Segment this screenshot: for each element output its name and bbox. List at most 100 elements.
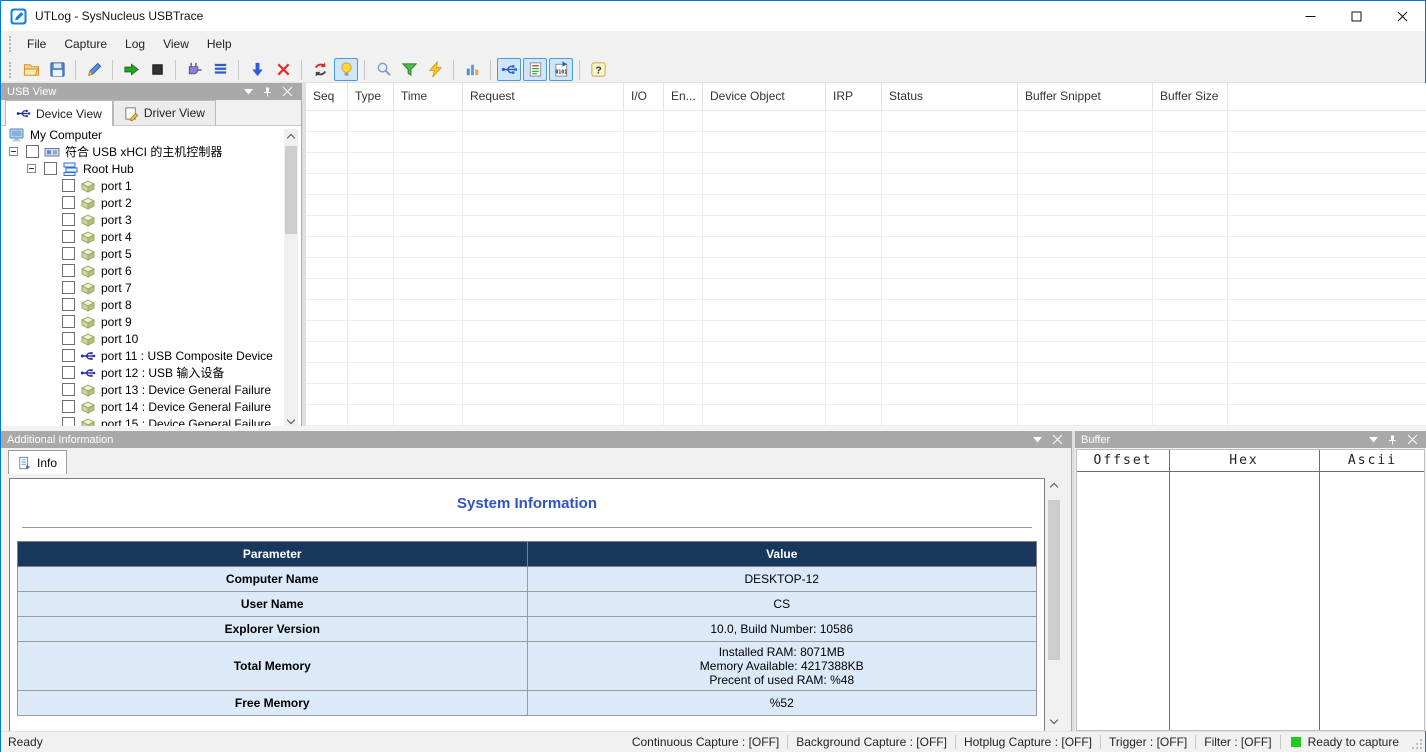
resize-grip[interactable] xyxy=(1411,738,1423,750)
tree-checkbox[interactable] xyxy=(62,332,75,345)
column-header-buffer-size[interactable]: Buffer Size xyxy=(1153,83,1228,110)
statistics-button[interactable] xyxy=(460,58,484,81)
tree-item-usb-xhci[interactable]: 符合 USB xHCI 的主机控制器 xyxy=(1,143,301,160)
pin-icon[interactable] xyxy=(263,87,272,97)
column-header-status[interactable]: Status xyxy=(882,83,1018,110)
menu-log[interactable]: Log xyxy=(116,33,154,55)
help-button[interactable]: ? xyxy=(586,58,610,81)
close-icon[interactable] xyxy=(1052,434,1063,445)
parameter-cell: User Name xyxy=(18,592,528,617)
tab-device-view[interactable]: Device View xyxy=(5,100,113,126)
tree-item-port-8[interactable]: port 8 xyxy=(1,296,301,313)
tree-item-port-12-usb[interactable]: port 12 : USB 输入设备 xyxy=(1,364,301,381)
usb-view-toggle-button[interactable] xyxy=(497,58,521,81)
edit-pencil-button[interactable] xyxy=(82,58,106,81)
tree-checkbox[interactable] xyxy=(62,179,75,192)
pin-icon[interactable] xyxy=(1388,435,1397,445)
trigger-button[interactable] xyxy=(423,58,447,81)
tree-item-port-4[interactable]: port 4 xyxy=(1,228,301,245)
close-button[interactable] xyxy=(1379,1,1425,31)
scroll-up-icon[interactable] xyxy=(284,129,298,144)
tree-item-port-1[interactable]: port 1 xyxy=(1,177,301,194)
tree-checkbox[interactable] xyxy=(62,281,75,294)
tab-driver-view[interactable]: Driver View xyxy=(113,100,216,125)
toolbar-separator xyxy=(490,60,491,80)
info-scrollbar-thumb[interactable] xyxy=(1048,500,1060,660)
column-header-request[interactable]: Request xyxy=(463,83,624,110)
view-list-button[interactable] xyxy=(208,58,232,81)
tree-item-port-13-device-general-failure[interactable]: port 13 : Device General Failure xyxy=(1,381,301,398)
tree-item-port-2[interactable]: port 2 xyxy=(1,194,301,211)
tree-checkbox[interactable] xyxy=(62,349,75,362)
chevron-down-icon[interactable] xyxy=(1033,437,1042,443)
search-button[interactable] xyxy=(371,58,395,81)
tab-info[interactable]: Info xyxy=(8,450,67,474)
scroll-down-icon[interactable] xyxy=(1047,714,1061,729)
tree-checkbox[interactable] xyxy=(62,366,75,379)
tree-checkbox[interactable] xyxy=(62,383,75,396)
column-header-irp[interactable]: IRP xyxy=(826,83,882,110)
tree-checkbox[interactable] xyxy=(62,196,75,209)
tree-checkbox[interactable] xyxy=(62,230,75,243)
chevron-down-icon[interactable] xyxy=(244,89,253,95)
column-header-en[interactable]: En... xyxy=(664,83,703,110)
tree-item-port-6[interactable]: port 6 xyxy=(1,262,301,279)
tree-checkbox[interactable] xyxy=(62,213,75,226)
tree-item-port-5[interactable]: port 5 xyxy=(1,245,301,262)
tree-item-port-7[interactable]: port 7 xyxy=(1,279,301,296)
tree-checkbox[interactable] xyxy=(62,298,75,311)
log-view-toggle-button[interactable] xyxy=(523,58,547,81)
highlight-button[interactable] xyxy=(334,58,358,81)
tree-item-root-hub[interactable]: Root Hub xyxy=(1,160,301,177)
move-down-button[interactable] xyxy=(245,58,269,81)
column-header-seq[interactable]: Seq xyxy=(306,83,348,110)
column-header-type[interactable]: Type xyxy=(348,83,394,110)
info-scrollbar[interactable] xyxy=(1047,478,1061,729)
tree-scrollbar[interactable] xyxy=(284,129,298,429)
chevron-down-icon[interactable] xyxy=(1369,437,1378,443)
expand-collapse-box[interactable] xyxy=(9,147,18,156)
tree-item-port-11-usb-composite-device[interactable]: port 11 : USB Composite Device xyxy=(1,347,301,364)
open-log-button[interactable] xyxy=(19,58,43,81)
tree-item-port-3[interactable]: port 3 xyxy=(1,211,301,228)
menu-file[interactable]: File xyxy=(18,33,55,55)
close-icon[interactable] xyxy=(282,86,293,97)
tree-checkbox[interactable] xyxy=(62,247,75,260)
expand-collapse-box[interactable] xyxy=(27,164,36,173)
toolbar-separator xyxy=(453,60,454,80)
save-log-button[interactable] xyxy=(45,58,69,81)
menu-help[interactable]: Help xyxy=(198,33,241,55)
menu-view[interactable]: View xyxy=(154,33,198,55)
filter-button[interactable] xyxy=(397,58,421,81)
minimize-button[interactable] xyxy=(1287,1,1333,31)
maximize-button[interactable] xyxy=(1333,1,1379,31)
tree-checkbox[interactable] xyxy=(62,400,75,413)
menu-capture[interactable]: Capture xyxy=(55,33,116,55)
tree-item-port-9[interactable]: port 9 xyxy=(1,313,301,330)
tree-item-port-14-device-general-failure[interactable]: port 14 : Device General Failure xyxy=(1,398,301,415)
tree-checkbox[interactable] xyxy=(44,162,57,175)
plug-device-button[interactable] xyxy=(182,58,206,81)
scroll-up-icon[interactable] xyxy=(1047,478,1061,493)
tree-checkbox[interactable] xyxy=(26,145,39,158)
clear-log-button[interactable] xyxy=(271,58,295,81)
column-header-device-object[interactable]: Device Object xyxy=(703,83,826,110)
toolbar-grip-handle[interactable] xyxy=(9,62,11,78)
tree-item-port-10[interactable]: port 10 xyxy=(1,330,301,347)
column-header-buffer-snippet[interactable]: Buffer Snippet xyxy=(1018,83,1153,110)
tree-scrollbar-thumb[interactable] xyxy=(285,146,297,234)
start-capture-button[interactable] xyxy=(119,58,143,81)
column-header-time[interactable]: Time xyxy=(394,83,463,110)
stop-capture-button[interactable] xyxy=(145,58,169,81)
tree-item-label: port 12 : USB 输入设备 xyxy=(101,364,224,381)
close-icon[interactable] xyxy=(1407,434,1418,445)
status-message: Ready xyxy=(1,735,43,749)
auto-refresh-icon xyxy=(312,61,329,78)
tree-checkbox[interactable] xyxy=(62,315,75,328)
tree-item-my-computer[interactable]: My Computer xyxy=(1,126,301,143)
column-header-i-o[interactable]: I/O xyxy=(624,83,664,110)
tree-checkbox[interactable] xyxy=(62,264,75,277)
raw-view-toggle-button[interactable]: 0101 xyxy=(549,58,573,81)
auto-refresh-button[interactable] xyxy=(308,58,332,81)
menubar-grip-handle[interactable] xyxy=(9,36,11,52)
